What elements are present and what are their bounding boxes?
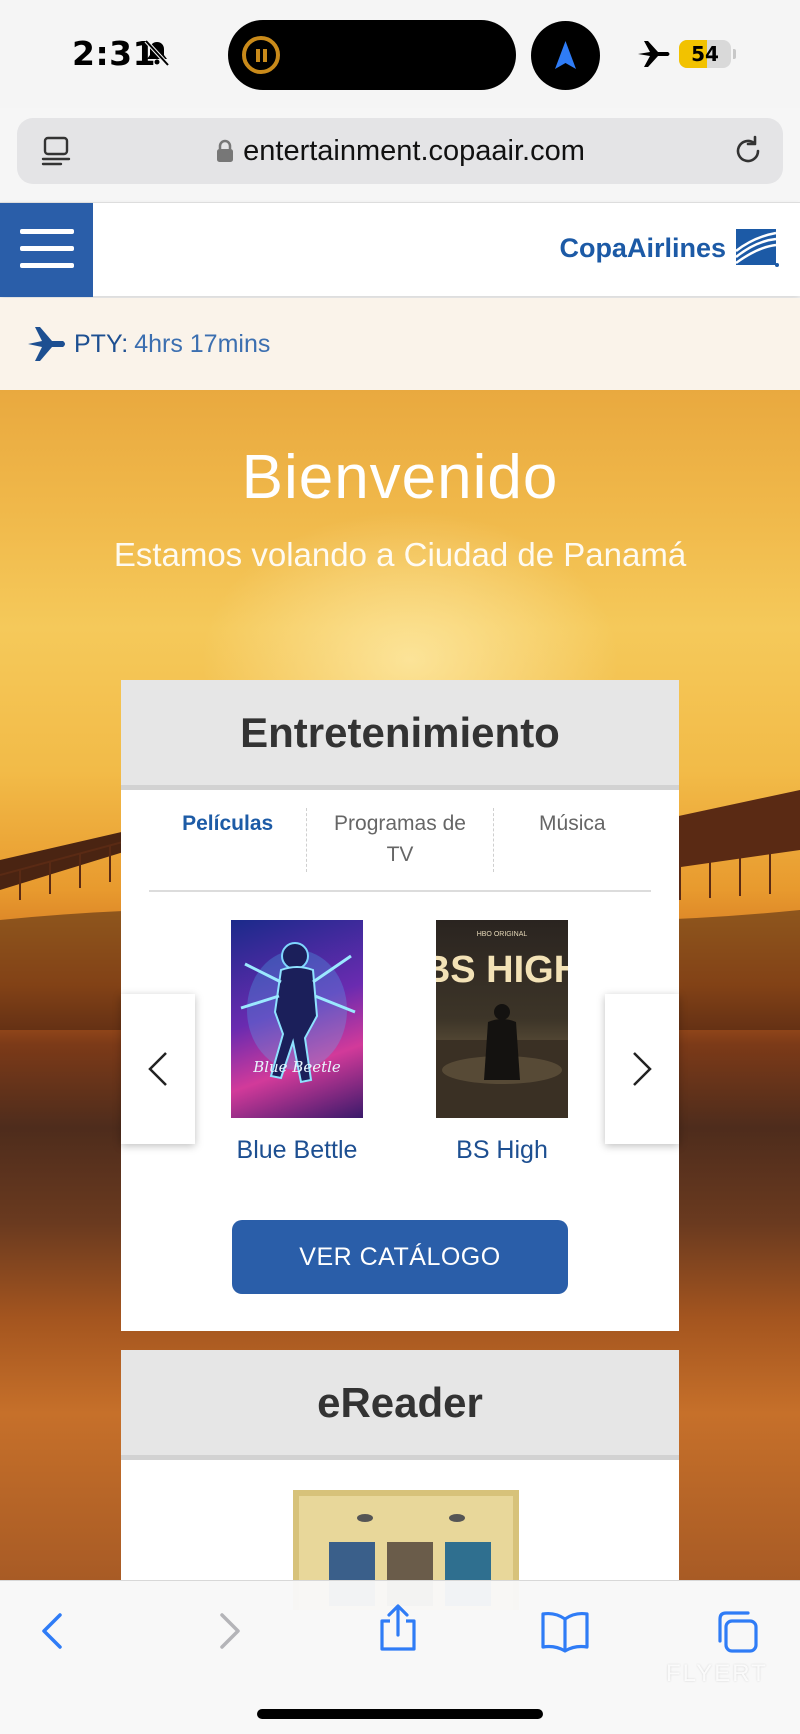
chevron-left-icon (148, 1052, 167, 1086)
tab-peliculas[interactable]: Películas (149, 808, 306, 872)
movie-title-blue-bettle[interactable]: Blue Bettle (197, 1136, 397, 1165)
time-remaining: 4hrs 17mins (134, 329, 271, 358)
shelf-light (357, 1514, 373, 1522)
hamburger-menu-button[interactable] (0, 203, 93, 297)
entertainment-title: Entretenimiento (240, 708, 560, 756)
chevron-right-icon (633, 1052, 652, 1086)
url-display[interactable]: entertainment.copaair.com (17, 118, 783, 184)
battery-percent: 54 (691, 42, 719, 66)
carousel-next-button[interactable] (605, 994, 679, 1144)
movie-poster-bs-high[interactable]: HBO ORIGINAL BS HIGH (436, 920, 568, 1118)
address-bar[interactable]: entertainment.copaair.com (17, 118, 783, 184)
url-text: entertainment.copaair.com (243, 134, 585, 167)
welcome-title: Bienvenido (241, 443, 559, 512)
destination-code: PTY: (74, 329, 129, 358)
ereader-header: eReader (121, 1350, 679, 1460)
home-indicator[interactable] (257, 1709, 543, 1719)
status-bar: 2:31 54 (0, 0, 800, 108)
navigation-bubble[interactable] (531, 21, 600, 90)
tab-musica[interactable]: Música (492, 808, 651, 872)
location-arrow-icon (555, 41, 576, 69)
share-icon[interactable] (374, 1603, 422, 1653)
welcome-subtitle: Estamos volando a Ciudad de Panamá (113, 536, 687, 573)
copa-logo[interactable]: CopaAirlines (559, 227, 780, 269)
timer-pause-icon (242, 36, 280, 74)
lock-icon (217, 139, 234, 162)
site-header: CopaAirlines (0, 202, 800, 297)
tabs-icon[interactable] (714, 1609, 760, 1655)
entertainment-header: Entretenimiento (121, 680, 679, 790)
airplane-icon (28, 327, 65, 361)
ereader-card: eReader (121, 1350, 679, 1610)
tabs-divider (149, 890, 651, 892)
hamburger-icon (20, 229, 74, 234)
movie-carousel: Blue Beetle HBO ORIGINAL BS HIGH Blue Be… (121, 920, 679, 1164)
hamburger-icon-bar (20, 246, 74, 251)
silent-bell-icon (144, 39, 170, 67)
battery-indicator: 54 (679, 40, 731, 68)
tab-programas-tv[interactable]: Programas de TV (306, 808, 492, 872)
watermark: FLYERT (666, 1660, 768, 1687)
poster-title-blue-beetle: Blue Beetle (252, 1058, 341, 1076)
airplane-mode-icon (638, 41, 670, 67)
category-tabs: Películas Programas de TV Música (149, 808, 651, 872)
chevron-right-icon[interactable] (206, 1609, 250, 1653)
reload-icon[interactable] (731, 134, 765, 168)
copa-globe-icon (735, 229, 779, 267)
flight-info-bar: PTY: 4hrs 17mins (0, 298, 800, 390)
dynamic-island[interactable] (228, 20, 516, 90)
movie-title-bs-high[interactable]: BS High (402, 1136, 602, 1165)
hamburger-icon-bar (20, 263, 74, 268)
blue-beetle-artwork: Blue Beetle (240, 942, 356, 1084)
book-icon[interactable] (540, 1609, 590, 1653)
movie-poster-blue-beetle[interactable]: Blue Beetle (231, 920, 363, 1118)
battery-tip (733, 49, 736, 59)
bs-high-artwork: HBO ORIGINAL BS HIGH (436, 931, 568, 1118)
shelf-light (449, 1514, 465, 1522)
poster-badge-bs-high: HBO ORIGINAL (477, 931, 528, 938)
entertainment-card: Entretenimiento Películas Programas de T… (121, 680, 679, 1331)
carousel-prev-button[interactable] (121, 994, 195, 1144)
ereader-title: eReader (317, 1378, 483, 1426)
chevron-left-icon[interactable] (32, 1609, 76, 1653)
brand-name: CopaAirlines (559, 232, 726, 263)
view-catalog-button[interactable]: VER CATÁLOGO (232, 1220, 568, 1294)
poster-title-bs-high: BS HIGH (436, 949, 568, 991)
